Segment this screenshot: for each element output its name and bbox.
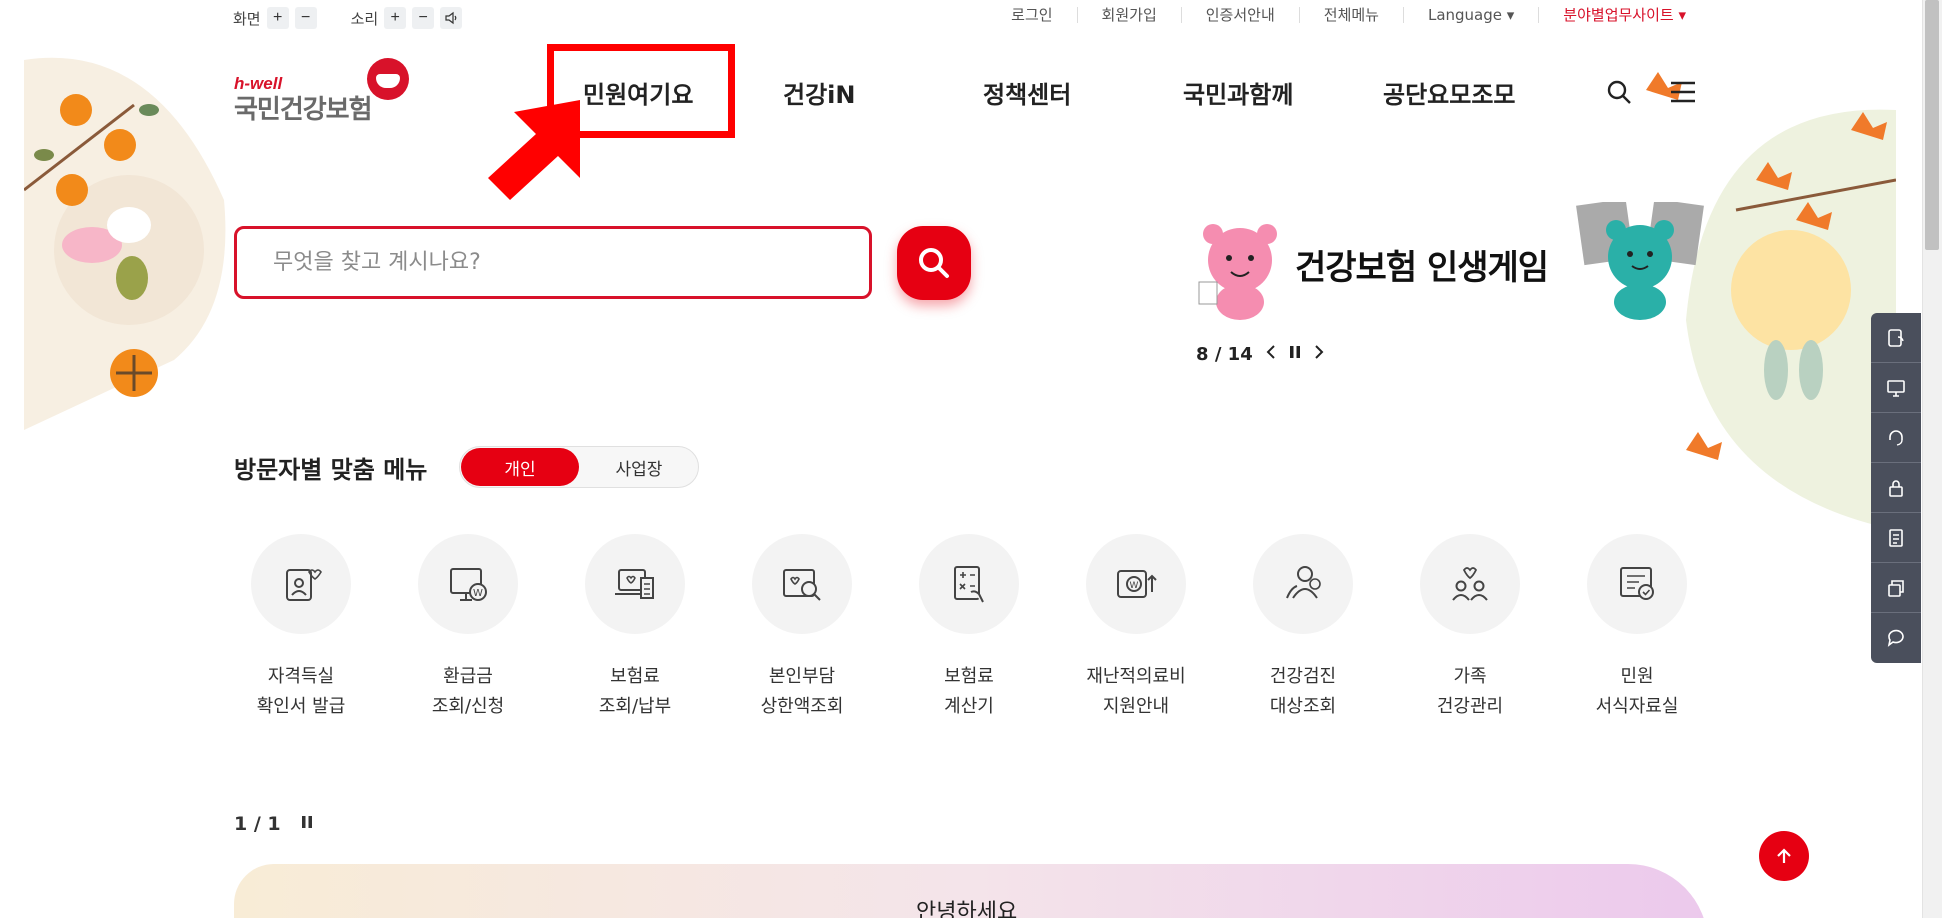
- volume-up-button[interactable]: +: [384, 7, 407, 29]
- banner-title: 건강보험 인생게임: [1295, 248, 1549, 288]
- menu-copay-ceiling[interactable]: 본인부담상한액조회: [727, 534, 877, 724]
- chat-icon[interactable]: [1871, 613, 1921, 663]
- banner-current-page: 8: [1196, 344, 1209, 365]
- family-heart-icon: [1452, 567, 1488, 601]
- next-slide-button[interactable]: [1313, 344, 1325, 365]
- banner-total-pages: 14: [1227, 344, 1253, 365]
- nav-item-about-corporation[interactable]: 공단요모조모: [1383, 75, 1515, 110]
- prev-slide-button[interactable]: [1265, 344, 1277, 365]
- menu-civil-forms[interactable]: 민원서식자료실: [1562, 534, 1712, 724]
- menu-label-line1: 가족: [1453, 666, 1487, 687]
- visitor-type-toggle: 개인 사업장: [459, 446, 699, 488]
- menu-label-line2: 대상조회: [1269, 696, 1337, 717]
- menu-label-line2: 건강관리: [1436, 696, 1504, 717]
- svg-text:W: W: [1130, 581, 1139, 591]
- greeting-text: 안녕하세요: [916, 900, 1018, 918]
- monitor-icon[interactable]: [1871, 363, 1921, 413]
- screen-zoom-in-button[interactable]: +: [266, 7, 289, 29]
- lock-icon[interactable]: [1871, 463, 1921, 513]
- nav-item-health-in[interactable]: 건강iN: [783, 75, 855, 110]
- utility-bar: 화면 + − 소리 + − 로그인 회원가입 인증서안내 전체메뉴 Langua…: [0, 7, 1942, 31]
- copy-icon[interactable]: [1871, 563, 1921, 613]
- pause-slide-button[interactable]: [1289, 344, 1301, 365]
- menu-label-line1: 민원: [1620, 666, 1654, 687]
- menu-label-line2: 계산기: [944, 696, 994, 717]
- accessibility-controls: 화면 + − 소리 + −: [233, 7, 463, 29]
- headset-icon[interactable]: [1871, 413, 1921, 463]
- monitor-won-icon: W: [450, 568, 487, 601]
- menu-label-line2: 상한액조회: [760, 696, 844, 717]
- menu-label-line1: 자격득실: [267, 666, 335, 687]
- search-icon: [919, 248, 949, 278]
- banner-page-separator: /: [1214, 344, 1222, 365]
- menu-premium-calculator[interactable]: 보험료계산기: [894, 534, 1044, 724]
- pause-icon[interactable]: [301, 813, 313, 835]
- search-icon[interactable]: [1603, 76, 1635, 108]
- laptop-receipt-icon: [615, 569, 654, 599]
- notice-slide-pager: 1 / 1: [234, 813, 313, 835]
- people-check-icon: [1286, 566, 1321, 599]
- menu-qualification-certificate[interactable]: 자격득실확인서 발급: [226, 534, 376, 724]
- nav-item-with-citizens[interactable]: 국민과함께: [1183, 75, 1293, 110]
- all-menu-link[interactable]: 전체메뉴: [1298, 7, 1403, 23]
- menu-refund[interactable]: W 환급금조회/신청: [393, 534, 543, 724]
- menu-health-checkup[interactable]: 건강검진대상조회: [1228, 534, 1378, 724]
- menu-label-line1: 환급금: [443, 666, 493, 687]
- menu-label-line1: 보험료: [944, 666, 994, 687]
- login-link[interactable]: 로그인: [987, 7, 1076, 23]
- menu-family-health[interactable]: 가족건강관리: [1395, 534, 1545, 724]
- search-button[interactable]: [897, 226, 971, 300]
- arrow-up-icon: [1777, 848, 1791, 863]
- menu-label-line2: 서식자료실: [1595, 696, 1679, 717]
- quick-menu-bar: [1871, 313, 1921, 663]
- notice-page-count: 1 / 1: [234, 813, 281, 835]
- menu-label-line1: 본인부담: [768, 666, 836, 687]
- utility-links: 로그인 회원가입 인증서안내 전체메뉴 Language ▾ 분야별업무사이트 …: [987, 7, 1710, 23]
- promo-banner[interactable]: 건강보험 인생게임: [1195, 190, 1710, 330]
- back-to-top-button[interactable]: [1759, 831, 1809, 881]
- menu-premium-payment[interactable]: 보험료조회/납부: [560, 534, 710, 724]
- calculator-hand-icon: [954, 566, 984, 603]
- menu-label-line1: 건강검진: [1269, 666, 1337, 687]
- pointer-arrow-icon: [488, 100, 580, 200]
- banner-pager: 8 / 14: [1196, 344, 1325, 365]
- wallet-won-icon: W: [1117, 570, 1157, 598]
- app-icon[interactable]: [1871, 313, 1921, 363]
- tab-individual[interactable]: 개인: [461, 448, 579, 486]
- document-check-icon: [1620, 567, 1654, 600]
- business-sites-dropdown[interactable]: 분야별업무사이트 ▾: [1538, 7, 1710, 23]
- page: 화면 + − 소리 + − 로그인 회원가입 인증서안내 전체메뉴 Langua…: [0, 0, 1942, 918]
- signup-link[interactable]: 회원가입: [1076, 7, 1181, 23]
- heart-search-icon: [783, 569, 821, 601]
- pink-mascot-icon: [1198, 224, 1277, 320]
- hamburger-menu-icon[interactable]: [1667, 76, 1699, 108]
- menu-label-line2: 조회/납부: [598, 696, 672, 717]
- svg-text:W: W: [473, 588, 483, 599]
- scrollbar-thumb[interactable]: [1925, 0, 1939, 250]
- tab-business[interactable]: 사업장: [580, 448, 698, 486]
- persimmon-decoration-left: [24, 57, 226, 430]
- menu-label-line1: 재난적의료비: [1086, 666, 1186, 687]
- document-icon[interactable]: [1871, 513, 1921, 563]
- menu-label-line2: 확인서 발급: [256, 696, 346, 717]
- screen-zoom-out-button[interactable]: −: [294, 7, 317, 29]
- nav-item-policy-center[interactable]: 정책센터: [983, 75, 1071, 110]
- certificate-guide-link[interactable]: 인증서안내: [1180, 7, 1299, 23]
- greeting-banner[interactable]: 안녕하세요: [234, 864, 1708, 918]
- search-input[interactable]: [234, 226, 872, 299]
- teal-mascot-icon: [1576, 202, 1704, 320]
- visitor-menu-title: 방문자별 맞춤 메뉴: [234, 456, 428, 484]
- speaker-icon[interactable]: [440, 7, 463, 29]
- menu-catastrophic-medical[interactable]: W 재난적의료비지원안내: [1061, 534, 1211, 724]
- screen-zoom-label: 화면: [233, 9, 261, 28]
- menu-label-line2: 지원안내: [1102, 696, 1170, 717]
- id-card-heart-icon: [286, 569, 322, 601]
- volume-down-button[interactable]: −: [412, 7, 435, 29]
- sound-label: 소리: [350, 9, 379, 28]
- main-navigation: 민원여기요 건강iN 정책센터 국민과함께 공단요모조모: [0, 75, 1942, 109]
- language-dropdown[interactable]: Language ▾: [1402, 7, 1538, 23]
- menu-label-line1: 보험료: [610, 666, 660, 687]
- menu-label-line2: 조회/신청: [431, 696, 505, 717]
